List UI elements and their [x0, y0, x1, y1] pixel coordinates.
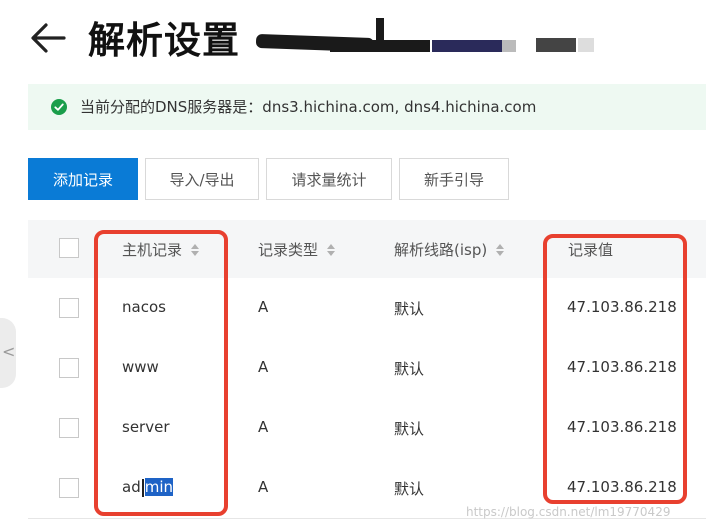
host-text-selected: min [144, 478, 174, 496]
row-checkbox[interactable] [59, 298, 79, 318]
host-text-prefix: ad [122, 478, 141, 496]
line-cell: 默认 [394, 480, 425, 498]
line-cell: 默认 [394, 300, 425, 318]
chevron-left-icon: < [2, 342, 16, 361]
page-title: 解析设置 [88, 19, 240, 62]
host-cell: www [122, 358, 159, 376]
row-checkbox[interactable] [59, 418, 79, 438]
dns-server-notice: 当前分配的DNS服务器是：dns3.hichina.com, dns4.hich… [28, 84, 706, 130]
column-value: 记录值 [568, 239, 613, 260]
side-collapse-tab[interactable]: < [0, 318, 16, 388]
table-row[interactable]: server A 默认 47.103.86.218 [28, 398, 706, 459]
value-cell: 47.103.86.218 [567, 478, 677, 496]
check-circle-icon [51, 99, 67, 115]
host-cell: nacos [122, 298, 166, 316]
add-record-button[interactable]: 添加记录 [28, 158, 138, 200]
back-arrow-icon[interactable] [28, 18, 68, 58]
type-cell: A [258, 358, 269, 376]
request-stats-button[interactable]: 请求量统计 [266, 158, 392, 200]
type-cell: A [258, 298, 269, 316]
line-cell: 默认 [394, 420, 425, 438]
type-cell: A [258, 418, 269, 436]
host-cell: server [122, 418, 170, 436]
value-cell: 47.103.86.218 [567, 358, 677, 376]
type-cell: A [258, 478, 269, 496]
value-cell: 47.103.86.218 [567, 418, 677, 436]
beginner-guide-button[interactable]: 新手引导 [399, 158, 509, 200]
column-line-label: 解析线路(isp) [394, 241, 488, 259]
sort-icon[interactable] [495, 242, 505, 258]
text-cursor [141, 478, 144, 497]
watermark: https://blog.csdn.net/lm19770429 [466, 505, 671, 519]
line-cell: 默认 [394, 360, 425, 378]
column-line[interactable]: 解析线路(isp) [394, 239, 505, 260]
value-cell: 47.103.86.218 [567, 298, 677, 316]
sort-icon[interactable] [326, 242, 336, 258]
table-row[interactable]: www A 默认 47.103.86.218 [28, 338, 706, 399]
sort-icon[interactable] [190, 242, 200, 258]
column-value-label: 记录值 [568, 241, 614, 259]
column-type-label: 记录类型 [258, 241, 319, 259]
column-host-label: 主机记录 [122, 241, 183, 259]
table-row[interactable]: nacos A 默认 47.103.86.218 [28, 278, 706, 339]
table-header: 主机记录 记录类型 解析线路(isp) 记录值 [28, 220, 706, 278]
select-all-checkbox[interactable] [59, 238, 79, 258]
column-host[interactable]: 主机记录 [122, 239, 200, 260]
column-type[interactable]: 记录类型 [258, 239, 336, 260]
row-checkbox[interactable] [59, 478, 79, 498]
host-cell-editing[interactable]: ad min [122, 478, 174, 497]
import-export-button[interactable]: 导入/导出 [145, 158, 259, 200]
row-checkbox[interactable] [59, 358, 79, 378]
notice-text: 当前分配的DNS服务器是：dns3.hichina.com, dns4.hich… [80, 98, 537, 116]
